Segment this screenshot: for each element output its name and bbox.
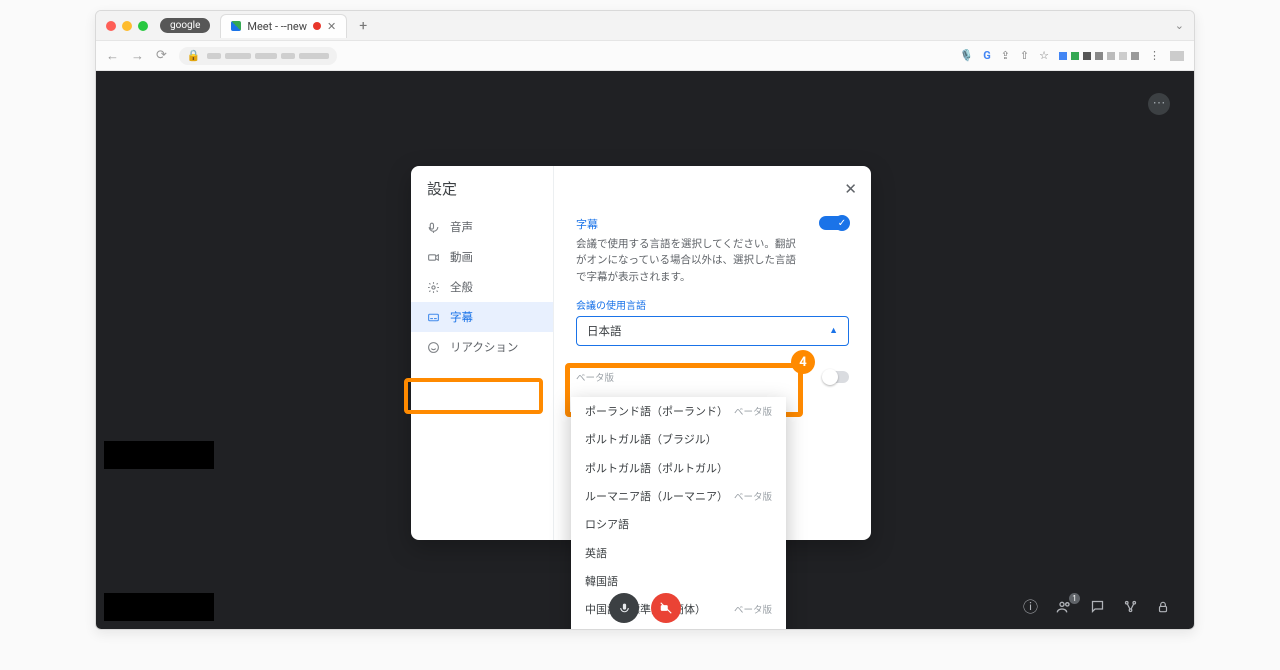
dropdown-value: 日本語	[587, 323, 622, 339]
url-text	[207, 53, 329, 59]
pane-section-title: 字幕	[576, 216, 849, 232]
meet-favicon-icon	[231, 21, 241, 31]
camera-icon	[427, 251, 440, 264]
window-max-dot[interactable]	[138, 21, 148, 31]
lang-option[interactable]: ポルトガル語（ポルトガル）	[571, 454, 786, 482]
lang-option[interactable]: ルーマニア語（ルーマニア）ベータ版	[571, 482, 786, 510]
address-bar: ← → ⟳ 🔒 🎙️ G ⇪ ⇧ ☆ ⋮	[96, 41, 1194, 71]
browser-tab[interactable]: Meet - --new ✕	[220, 14, 347, 38]
captions-icon	[427, 311, 440, 324]
host-controls-icon[interactable]	[1156, 600, 1170, 614]
nav-video[interactable]: 動画	[411, 242, 553, 272]
toolbar-right: 🎙️ G ⇪ ⇧ ☆ ⋮	[959, 49, 1184, 62]
tabs-overflow-icon[interactable]: ⌄	[1175, 19, 1184, 32]
lang-option[interactable]: ポーランド語（ポーランド）ベータ版	[571, 397, 786, 425]
star-icon[interactable]: ☆	[1039, 49, 1049, 62]
forward-icon: →	[131, 48, 144, 64]
activities-icon[interactable]	[1123, 599, 1138, 614]
mic-icon[interactable]: 🎙️	[959, 49, 973, 62]
browser-window: google Meet - --new ✕ + ⌄ ← → ⟳ 🔒 🎙️ G ⇪…	[95, 10, 1195, 630]
field-label: 会議の使用言語	[576, 297, 849, 312]
annotation-step-badge: 4	[791, 350, 815, 374]
nav-general-label: 全般	[450, 279, 473, 295]
google-icon[interactable]: G	[983, 49, 991, 62]
menu-icon[interactable]: ⋮	[1149, 49, 1160, 62]
chevron-up-icon: ▲	[829, 325, 838, 336]
extensions	[1059, 52, 1139, 60]
participant-name-a	[104, 441, 214, 469]
upload-icon[interactable]: ⇪	[1001, 49, 1010, 62]
lang-option[interactable]: ロシア語	[571, 510, 786, 538]
nav-captions[interactable]: 字幕	[411, 302, 553, 332]
recording-icon	[313, 22, 321, 30]
back-icon[interactable]: ←	[106, 48, 119, 64]
lang-option[interactable]: 韓国語	[571, 567, 786, 595]
url-field[interactable]: 🔒	[179, 47, 337, 65]
chat-icon[interactable]	[1090, 599, 1105, 614]
language-dropdown[interactable]: 日本語 ▲	[576, 316, 849, 346]
info-icon[interactable]: ⓘ	[1023, 596, 1038, 617]
smile-icon	[427, 341, 440, 354]
nav-video-label: 動画	[450, 249, 473, 265]
reload-icon[interactable]: ⟳	[156, 48, 167, 63]
check-icon: ✓	[834, 215, 850, 231]
beta-badge: ベータ版	[576, 370, 614, 384]
nav-reactions-label: リアクション	[450, 339, 518, 355]
titlebar: google Meet - --new ✕ + ⌄	[96, 11, 1194, 41]
new-tab-button[interactable]: +	[359, 18, 367, 34]
more-options-icon[interactable]: ⋯	[1148, 93, 1170, 115]
share-icon[interactable]: ⇧	[1020, 49, 1029, 62]
lang-option[interactable]: 英語	[571, 538, 786, 566]
lang-option[interactable]: ポルトガル語（ブラジル）	[571, 425, 786, 453]
participant-name-b	[104, 593, 214, 621]
captions-toggle[interactable]: ✓	[819, 216, 849, 230]
gear-icon	[427, 281, 440, 294]
settings-nav: 音声 動画 全般 字幕 リアクション	[411, 166, 554, 540]
speaker-icon	[427, 221, 440, 234]
meet-surface: ⋯ 設定 ✕ 音声 動画 全般	[96, 71, 1194, 629]
lock-icon: 🔒	[187, 49, 201, 62]
people-icon[interactable]	[1056, 599, 1072, 615]
camera-off-button[interactable]	[651, 593, 681, 623]
profile-icon[interactable]	[1170, 51, 1184, 61]
settings-title: 設定	[427, 178, 457, 199]
meet-quick-actions: ⓘ	[1023, 596, 1170, 617]
tab-title: Meet - --new	[247, 20, 307, 33]
nav-general[interactable]: 全般	[411, 272, 553, 302]
translate-toggle[interactable]	[823, 371, 849, 383]
window-close-dot[interactable]	[106, 21, 116, 31]
lang-option[interactable]: 中国語（標準語、繁体）ベータ版	[571, 623, 786, 630]
tab-group[interactable]: google	[160, 18, 210, 33]
meet-controls	[609, 593, 681, 623]
pane-description: 会議で使用する言語を選択してください。翻訳がオンになっている場合以外は、選択した…	[576, 236, 806, 285]
window-min-dot[interactable]	[122, 21, 132, 31]
nav-audio[interactable]: 音声	[411, 212, 553, 242]
nav-audio-label: 音声	[450, 219, 473, 235]
tab-close-icon[interactable]: ✕	[327, 20, 336, 33]
mic-button[interactable]	[609, 593, 639, 623]
nav-captions-label: 字幕	[450, 309, 473, 325]
nav-reactions[interactable]: リアクション	[411, 332, 553, 362]
